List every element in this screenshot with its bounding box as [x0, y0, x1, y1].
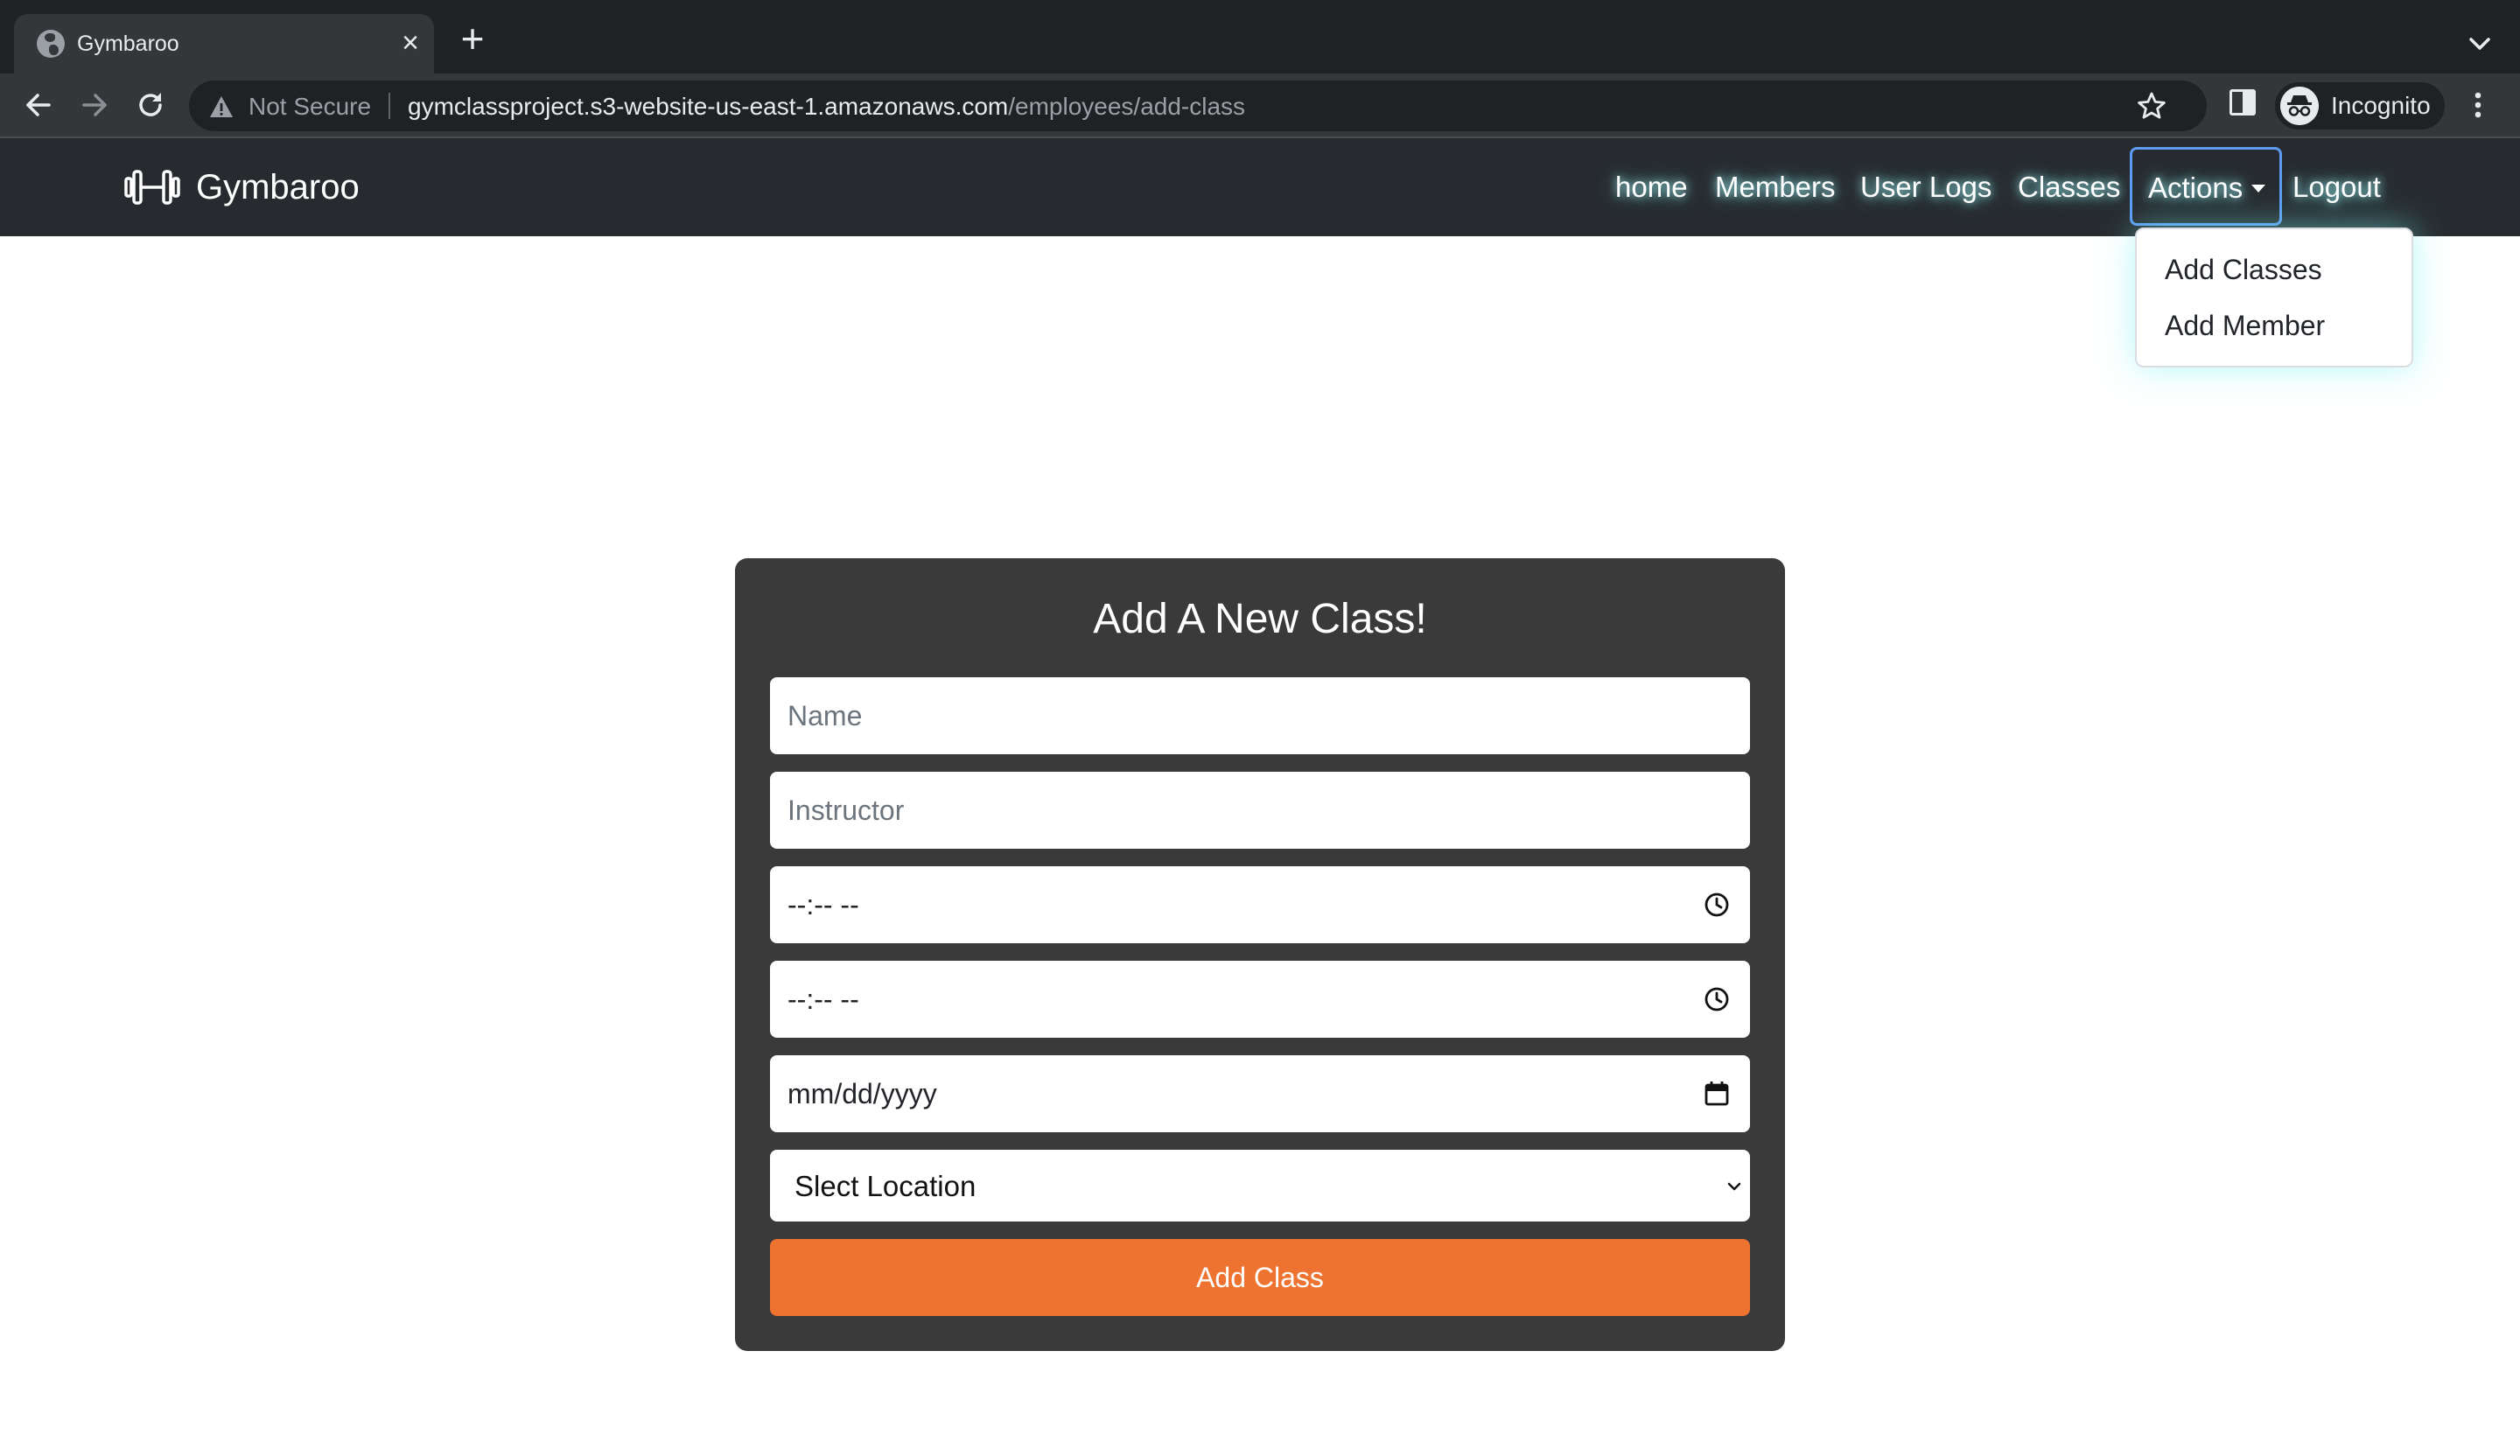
nav-link-members[interactable]: Members — [1715, 168, 1836, 206]
site-navbar: Gymbaroo home Members User Logs Classes … — [0, 138, 2520, 236]
nav-link-classes[interactable]: Classes — [2018, 168, 2120, 206]
globe-icon — [37, 30, 65, 58]
incognito-label: Incognito — [2331, 92, 2431, 119]
date-input[interactable]: mm/dd/yyyy — [770, 1055, 1750, 1132]
add-class-label: Add Class — [1196, 1262, 1324, 1293]
security-status[interactable]: Not Secure — [248, 93, 371, 121]
dropdown-item-add-member[interactable]: Add Member — [2165, 308, 2325, 343]
location-select[interactable]: Slect Location — [770, 1150, 1750, 1222]
location-selected: Slect Location — [794, 1170, 976, 1202]
address-bar[interactable]: Not Secure gymclassproject.s3-website-us… — [189, 80, 2207, 131]
clock-icon[interactable] — [1703, 891, 1731, 919]
chevron-down-icon — [1727, 1182, 1741, 1191]
end-time-value: --:-- -- — [788, 984, 859, 1015]
brand-name[interactable]: Gymbaroo — [196, 166, 360, 208]
url-text[interactable]: gymclassproject.s3-website-us-east-1.ama… — [408, 93, 1245, 121]
browser-tab-strip: Gymbaroo × + — [0, 0, 2520, 74]
end-time-input[interactable]: --:-- -- — [770, 961, 1750, 1038]
instructor-input[interactable]: Instructor — [770, 772, 1750, 849]
back-arrow-icon[interactable] — [21, 88, 56, 122]
plus-icon[interactable]: + — [455, 18, 490, 59]
clock-icon[interactable] — [1703, 985, 1731, 1013]
form-title: Add A New Class! — [1093, 596, 1427, 642]
dropdown-item-add-classes[interactable]: Add Classes — [2165, 252, 2322, 287]
name-placeholder: Name — [788, 700, 863, 732]
date-value: mm/dd/yyyy — [788, 1078, 937, 1110]
incognito-icon — [2280, 87, 2319, 125]
dumbbell-icon[interactable] — [124, 168, 180, 206]
calendar-icon[interactable] — [1703, 1080, 1731, 1108]
nav-link-home[interactable]: home — [1615, 168, 1688, 206]
reload-icon[interactable] — [133, 88, 168, 122]
forward-arrow-icon[interactable] — [77, 88, 112, 122]
tab-title: Gymbaroo — [77, 32, 179, 56]
start-time-value: --:-- -- — [788, 889, 859, 920]
actions-dropdown-menu: Add Classes Add Member — [2135, 228, 2413, 368]
caret-down-icon — [2251, 185, 2265, 192]
browser-toolbar: Not Secure gymclassproject.s3-website-us… — [0, 74, 2520, 138]
actions-dropdown-toggle[interactable]: Actions — [2130, 147, 2282, 226]
actions-label: Actions — [2148, 172, 2244, 204]
close-icon[interactable]: × — [396, 28, 425, 58]
side-panel-icon[interactable] — [2230, 89, 2256, 116]
star-icon[interactable] — [2137, 91, 2166, 121]
incognito-profile-button[interactable]: Incognito — [2275, 82, 2445, 130]
browser-tab[interactable]: Gymbaroo × — [14, 14, 434, 74]
nav-link-user-logs[interactable]: User Logs — [1860, 168, 1992, 206]
name-input[interactable]: Name — [770, 677, 1750, 754]
chevron-down-icon[interactable] — [2462, 26, 2497, 61]
add-class-button[interactable]: Add Class — [770, 1239, 1750, 1316]
start-time-input[interactable]: --:-- -- — [770, 866, 1750, 943]
nav-link-logout[interactable]: Logout — [2292, 168, 2381, 206]
divider — [388, 93, 390, 119]
url-path: /employees/add-class — [1008, 93, 1246, 120]
url-host: gymclassproject.s3-website-us-east-1.ama… — [408, 93, 1009, 120]
kebab-menu-icon[interactable] — [2469, 88, 2487, 122]
add-class-form: Add A New Class! Name Instructor --:-- -… — [735, 558, 1785, 1351]
warning-icon[interactable] — [208, 94, 234, 119]
instructor-placeholder: Instructor — [788, 794, 905, 826]
